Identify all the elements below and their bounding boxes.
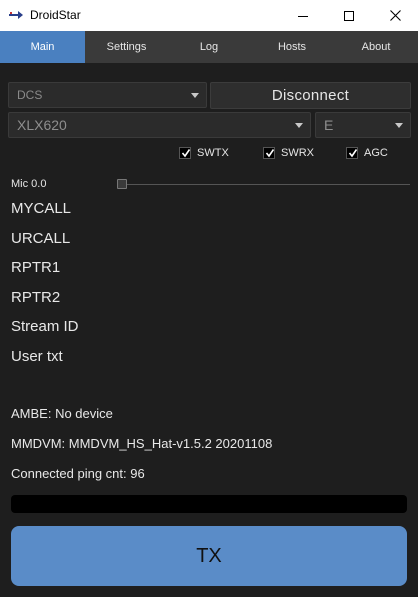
swrx-checkbox[interactable]: SWRX <box>263 147 314 159</box>
rptr2-label: RPTR2 <box>11 289 61 306</box>
checkmark-icon <box>348 149 358 158</box>
close-button[interactable] <box>372 0 418 31</box>
tab-hosts[interactable]: Hosts <box>250 31 334 63</box>
mode-select[interactable]: DCS <box>8 82 207 108</box>
tab-about[interactable]: About <box>334 31 418 63</box>
mmdvm-status: MMDVM: MMDVM_HS_Hat-v1.5.2 20201108 <box>11 436 273 451</box>
tab-settings[interactable]: Settings <box>85 31 168 63</box>
mode-select-value: DCS <box>17 88 43 102</box>
chevron-down-icon <box>295 123 303 128</box>
window-title: DroidStar <box>30 8 81 22</box>
agc-checkbox[interactable]: AGC <box>346 147 388 159</box>
chevron-down-icon <box>395 123 403 128</box>
mic-slider-handle[interactable] <box>117 179 127 189</box>
checkmark-icon <box>181 149 191 158</box>
mic-label: Mic 0.0 <box>11 178 47 190</box>
tx-button[interactable]: TX <box>11 526 407 586</box>
minimize-button[interactable] <box>280 0 326 31</box>
mic-slider-track[interactable] <box>118 184 410 185</box>
checkbox-box <box>346 147 358 159</box>
swtx-label: SWTX <box>197 147 229 159</box>
maximize-button[interactable] <box>326 0 372 31</box>
swtx-checkbox[interactable]: SWTX <box>179 147 229 159</box>
maximize-icon <box>344 10 354 21</box>
checkmark-icon <box>265 149 275 158</box>
agc-label: AGC <box>364 147 388 159</box>
chevron-down-icon <box>191 93 199 98</box>
module-select[interactable]: E <box>315 112 411 138</box>
module-select-value: E <box>324 117 334 133</box>
tab-main[interactable]: Main <box>0 31 85 63</box>
level-bar <box>11 495 407 513</box>
host-select-value: XLX620 <box>17 117 67 133</box>
rptr1-label: RPTR1 <box>11 259 61 276</box>
urcall-label: URCALL <box>11 230 71 247</box>
mycall-label: MYCALL <box>11 200 72 217</box>
swrx-label: SWRX <box>281 147 314 159</box>
checkbox-box <box>179 147 191 159</box>
ping-status: Connected ping cnt: 96 <box>11 466 145 481</box>
minimize-icon <box>298 15 308 17</box>
disconnect-button[interactable]: Disconnect <box>210 82 411 109</box>
host-select[interactable]: XLX620 <box>8 112 311 138</box>
ambe-status: AMBE: No device <box>11 406 113 421</box>
stream-id-label: Stream ID <box>11 318 79 335</box>
checkbox-box <box>263 147 275 159</box>
close-icon <box>389 10 401 21</box>
user-txt-label: User txt <box>11 348 63 365</box>
tab-bar: Main Settings Log Hosts About <box>0 31 418 63</box>
tab-log[interactable]: Log <box>168 31 250 63</box>
app-icon <box>9 11 23 19</box>
title-bar: DroidStar <box>0 0 418 31</box>
